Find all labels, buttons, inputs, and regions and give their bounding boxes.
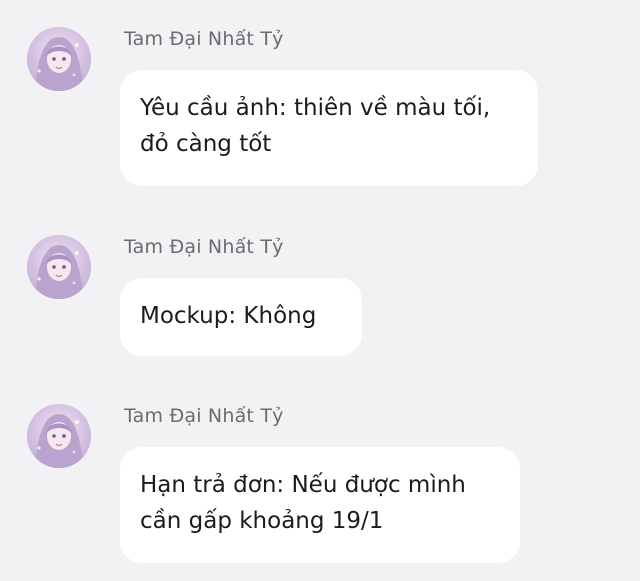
- sender-name: Tam Đại Nhất Tỷ: [124, 236, 284, 258]
- message-text-line: Hạn trả đơn: Nếu được mình: [140, 472, 466, 498]
- message-bubble[interactable]: Mockup: Không: [120, 278, 362, 356]
- message-bubble[interactable]: Yêu cầu ảnh: thiên về màu tối, đỏ càng t…: [120, 70, 538, 186]
- message-bubble[interactable]: Hạn trả đơn: Nếu được mình cần gấp khoản…: [120, 447, 520, 563]
- sender-name: Tam Đại Nhất Tỷ: [124, 28, 284, 50]
- avatar[interactable]: [27, 235, 91, 299]
- message-text-line: đỏ càng tốt: [140, 131, 272, 157]
- anime-girl-avatar-icon: [27, 235, 91, 299]
- message-text-line: Mockup: Không: [140, 303, 317, 329]
- anime-girl-avatar-icon: [27, 404, 91, 468]
- message-text-line: cần gấp khoảng 19/1: [140, 508, 384, 534]
- avatar[interactable]: [27, 27, 91, 91]
- message-text-line: Yêu cầu ảnh: thiên về màu tối,: [140, 95, 491, 121]
- anime-girl-avatar-icon: [27, 27, 91, 91]
- avatar[interactable]: [27, 404, 91, 468]
- sender-name: Tam Đại Nhất Tỷ: [124, 405, 284, 427]
